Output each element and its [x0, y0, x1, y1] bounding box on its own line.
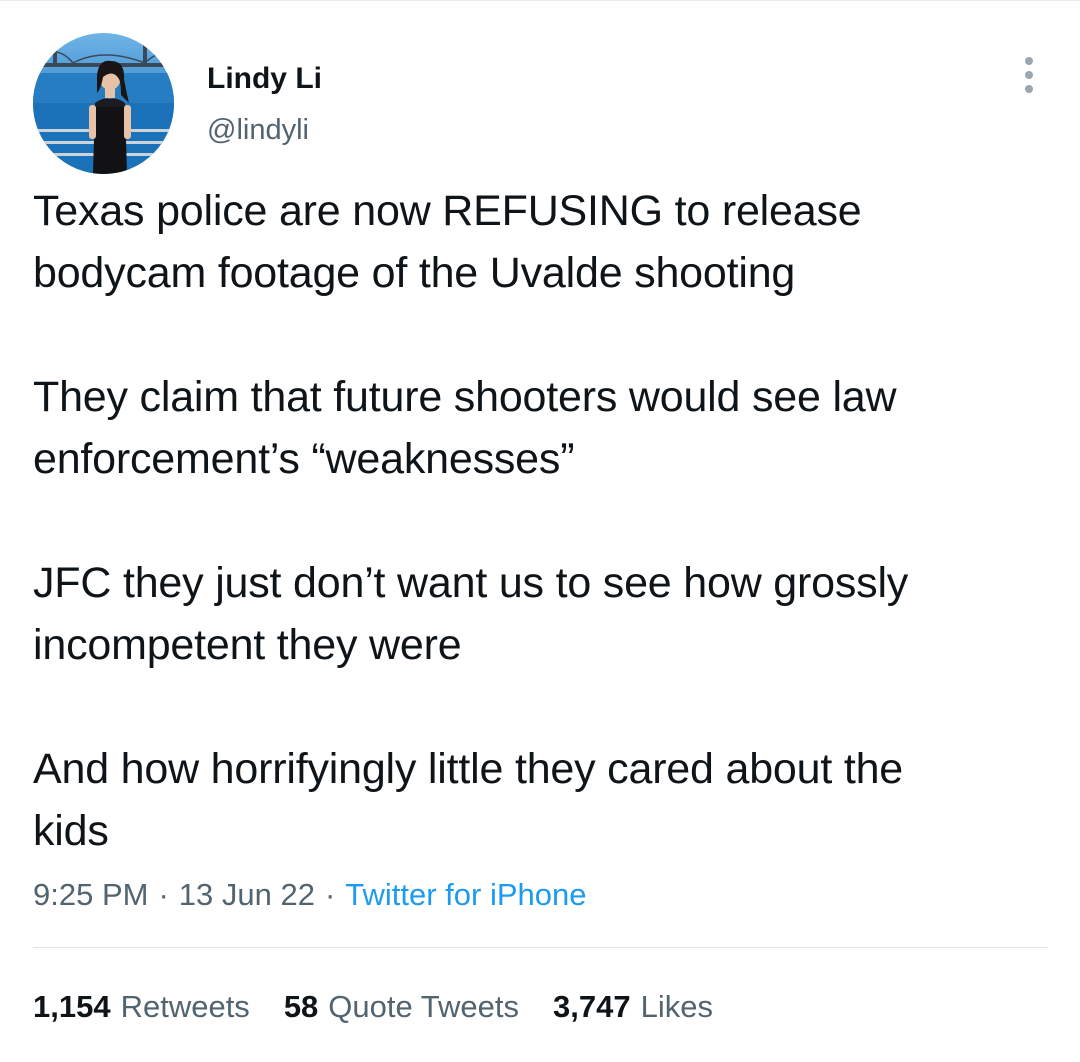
- tweet-paragraph: JFC they just don’t want us to see how g…: [33, 559, 909, 669]
- tweet-time[interactable]: 9:25 PM: [33, 877, 148, 912]
- more-dots-vertical-icon: [1025, 57, 1033, 93]
- author-display-name[interactable]: Lindy Li: [207, 61, 322, 97]
- likes-count: 3,747: [553, 989, 631, 1024]
- retweets-stat[interactable]: 1,154 Retweets: [33, 987, 250, 1027]
- retweets-label: Retweets: [120, 989, 250, 1024]
- author-info: Lindy Li @lindyli: [207, 61, 322, 147]
- tweet-paragraph: Texas police are now REFUSING to release…: [33, 187, 862, 297]
- quote-tweets-label: Quote Tweets: [328, 989, 520, 1024]
- meta-separator: ·: [324, 877, 336, 912]
- tweet-header: Lindy Li @lindyli: [33, 33, 1048, 175]
- retweets-count: 1,154: [33, 989, 111, 1024]
- tweet-paragraph: They claim that future shooters would se…: [33, 373, 897, 483]
- avatar-photo-icon: [33, 33, 174, 174]
- author-avatar[interactable]: [33, 33, 174, 174]
- tweet-stats: 1,154 Retweets 58 Quote Tweets 3,747 Likes: [33, 987, 713, 1027]
- tweet-metadata: 9:25 PM · 13 Jun 22 · Twitter for iPhone: [33, 875, 587, 915]
- quote-tweets-stat[interactable]: 58 Quote Tweets: [284, 987, 519, 1027]
- likes-stat[interactable]: 3,747 Likes: [553, 987, 713, 1027]
- author-handle[interactable]: @lindyli: [207, 113, 322, 147]
- tweet-paragraph: And how horrifyingly little they cared a…: [33, 745, 904, 855]
- tweet-date[interactable]: 13 Jun 22: [179, 877, 315, 912]
- meta-separator: ·: [158, 877, 169, 912]
- top-border: [0, 0, 1080, 1]
- more-options-button[interactable]: [1020, 55, 1038, 95]
- likes-label: Likes: [640, 989, 713, 1024]
- quote-tweets-count: 58: [283, 989, 319, 1024]
- divider: [33, 947, 1048, 948]
- tweet-source-link[interactable]: Twitter for iPhone: [345, 877, 586, 912]
- tweet-text: Texas police are now REFUSING to release…: [33, 180, 1043, 862]
